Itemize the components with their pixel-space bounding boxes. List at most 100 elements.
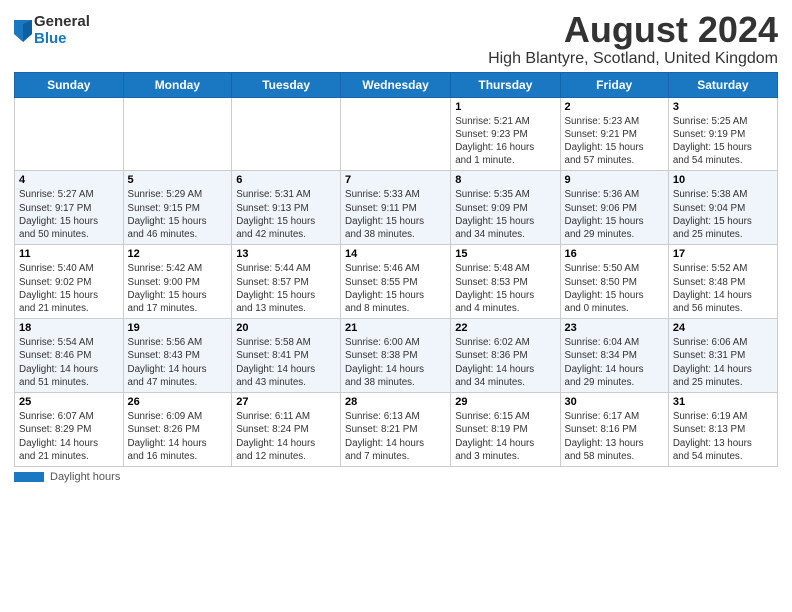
day-number: 24 <box>673 322 773 334</box>
location-title: High Blantyre, Scotland, United Kingdom <box>488 50 778 68</box>
table-row <box>15 97 124 171</box>
month-title: August 2024 <box>488 10 778 50</box>
day-number: 8 <box>455 174 555 186</box>
day-info: Sunrise: 5:27 AM Sunset: 9:17 PM Dayligh… <box>19 188 119 241</box>
table-row: 29Sunrise: 6:15 AM Sunset: 8:19 PM Dayli… <box>451 393 560 467</box>
table-row: 8Sunrise: 5:35 AM Sunset: 9:09 PM Daylig… <box>451 171 560 245</box>
table-row: 3Sunrise: 5:25 AM Sunset: 9:19 PM Daylig… <box>668 97 777 171</box>
day-number: 30 <box>565 396 664 408</box>
table-row: 18Sunrise: 5:54 AM Sunset: 8:46 PM Dayli… <box>15 319 124 393</box>
day-number: 14 <box>345 248 446 260</box>
day-info: Sunrise: 6:00 AM Sunset: 8:38 PM Dayligh… <box>345 336 446 389</box>
day-info: Sunrise: 6:04 AM Sunset: 8:34 PM Dayligh… <box>565 336 664 389</box>
day-number: 3 <box>673 101 773 113</box>
logo-general-text: General <box>34 14 90 31</box>
table-row: 24 Sunrise: 6:06 AM Sunset: 8:31 PM Dayli… <box>668 319 777 393</box>
logo-text: General Blue <box>34 14 90 47</box>
day-info: Sunrise: 5:21 AM Sunset: 9:23 PM Dayligh… <box>455 115 555 168</box>
table-row: 5Sunrise: 5:29 AM Sunset: 9:15 PM Daylig… <box>123 171 232 245</box>
table-row: 10 Sunrise: 5:38 AM Sunset: 9:04 PM Dayli… <box>668 171 777 245</box>
table-row: 14Sunrise: 5:46 AM Sunset: 8:55 PM Dayli… <box>341 245 451 319</box>
day-number: 22 <box>455 322 555 334</box>
table-row: 1Sunrise: 5:21 AM Sunset: 9:23 PM Daylig… <box>451 97 560 171</box>
table-row: 30Sunrise: 6:17 AM Sunset: 8:16 PM Dayli… <box>560 393 668 467</box>
day-number: 21 <box>345 322 446 334</box>
col-thursday: Thursday <box>451 72 560 97</box>
calendar-week-row: 4 Sunrise: 5:27 AM Sunset: 9:17 PM Daylig… <box>15 171 778 245</box>
day-info: Sunrise: 5:42 AM Sunset: 9:00 PM Dayligh… <box>128 262 228 315</box>
col-sunday: Sunday <box>15 72 124 97</box>
table-row: 4 Sunrise: 5:27 AM Sunset: 9:17 PM Daylig… <box>15 171 124 245</box>
header: General Blue August 2024 High Blantyre, … <box>14 10 778 68</box>
day-number: 12 <box>128 248 228 260</box>
col-wednesday: Wednesday <box>341 72 451 97</box>
day-number: 19 <box>128 322 228 334</box>
table-row: 19 Sunrise: 5:56 AM Sunset: 8:43 PM Dayli… <box>123 319 232 393</box>
table-row: 11Sunrise: 5:40 AM Sunset: 9:02 PM Dayli… <box>15 245 124 319</box>
day-info: Sunrise: 5:56 AM Sunset: 8:43 PM Dayligh… <box>128 336 228 389</box>
table-row: 21 Sunrise: 6:00 AM Sunset: 8:38 PM Dayli… <box>341 319 451 393</box>
day-number: 4 <box>19 174 119 186</box>
day-number: 25 <box>19 396 119 408</box>
table-row: 22 Sunrise: 6:02 AM Sunset: 8:36 PM Dayli… <box>451 319 560 393</box>
col-friday: Friday <box>560 72 668 97</box>
col-saturday: Saturday <box>668 72 777 97</box>
table-row: 26 Sunrise: 6:09 AM Sunset: 8:26 PM Dayli… <box>123 393 232 467</box>
calendar-week-row: 18Sunrise: 5:54 AM Sunset: 8:46 PM Dayli… <box>15 319 778 393</box>
day-number: 31 <box>673 396 773 408</box>
day-number: 26 <box>128 396 228 408</box>
day-number: 20 <box>236 322 336 334</box>
day-number: 27 <box>236 396 336 408</box>
footer-label: Daylight hours <box>50 471 120 483</box>
day-info: Sunrise: 5:23 AM Sunset: 9:21 PM Dayligh… <box>565 115 664 168</box>
day-number: 17 <box>673 248 773 260</box>
day-info: Sunrise: 5:54 AM Sunset: 8:46 PM Dayligh… <box>19 336 119 389</box>
day-number: 23 <box>565 322 664 334</box>
day-info: Sunrise: 5:52 AM Sunset: 8:48 PM Dayligh… <box>673 262 773 315</box>
day-info: Sunrise: 5:50 AM Sunset: 8:50 PM Dayligh… <box>565 262 664 315</box>
logo: General Blue <box>14 14 90 47</box>
day-number: 16 <box>565 248 664 260</box>
table-row: 16 Sunrise: 5:50 AM Sunset: 8:50 PM Dayli… <box>560 245 668 319</box>
day-number: 10 <box>673 174 773 186</box>
table-row: 9Sunrise: 5:36 AM Sunset: 9:06 PM Daylig… <box>560 171 668 245</box>
day-info: Sunrise: 5:36 AM Sunset: 9:06 PM Dayligh… <box>565 188 664 241</box>
day-number: 13 <box>236 248 336 260</box>
table-row: 28Sunrise: 6:13 AM Sunset: 8:21 PM Dayli… <box>341 393 451 467</box>
calendar-week-row: 25 Sunrise: 6:07 AM Sunset: 8:29 PM Dayli… <box>15 393 778 467</box>
day-info: Sunrise: 5:58 AM Sunset: 8:41 PM Dayligh… <box>236 336 336 389</box>
day-info: Sunrise: 5:44 AM Sunset: 8:57 PM Dayligh… <box>236 262 336 315</box>
daylight-bar-icon <box>14 472 44 482</box>
day-info: Sunrise: 5:40 AM Sunset: 9:02 PM Dayligh… <box>19 262 119 315</box>
calendar-week-row: 11Sunrise: 5:40 AM Sunset: 9:02 PM Dayli… <box>15 245 778 319</box>
calendar-table: Sunday Monday Tuesday Wednesday Thursday… <box>14 72 778 467</box>
table-row: 7 Sunrise: 5:33 AM Sunset: 9:11 PM Daylig… <box>341 171 451 245</box>
day-info: Sunrise: 5:38 AM Sunset: 9:04 PM Dayligh… <box>673 188 773 241</box>
day-number: 2 <box>565 101 664 113</box>
table-row: 31Sunrise: 6:19 AM Sunset: 8:13 PM Dayli… <box>668 393 777 467</box>
table-row: 23 Sunrise: 6:04 AM Sunset: 8:34 PM Dayli… <box>560 319 668 393</box>
day-info: Sunrise: 6:09 AM Sunset: 8:26 PM Dayligh… <box>128 410 228 463</box>
table-row: 12 Sunrise: 5:42 AM Sunset: 9:00 PM Dayli… <box>123 245 232 319</box>
table-row <box>123 97 232 171</box>
day-number: 29 <box>455 396 555 408</box>
table-row: 27 Sunrise: 6:11 AM Sunset: 8:24 PM Dayli… <box>232 393 341 467</box>
page: General Blue August 2024 High Blantyre, … <box>0 0 792 493</box>
day-number: 28 <box>345 396 446 408</box>
logo-icon <box>14 20 32 42</box>
day-info: Sunrise: 5:33 AM Sunset: 9:11 PM Dayligh… <box>345 188 446 241</box>
calendar-header-row: Sunday Monday Tuesday Wednesday Thursday… <box>15 72 778 97</box>
table-row <box>341 97 451 171</box>
day-info: Sunrise: 5:29 AM Sunset: 9:15 PM Dayligh… <box>128 188 228 241</box>
day-number: 6 <box>236 174 336 186</box>
day-info: Sunrise: 6:06 AM Sunset: 8:31 PM Dayligh… <box>673 336 773 389</box>
day-number: 7 <box>345 174 446 186</box>
table-row: 15Sunrise: 5:48 AM Sunset: 8:53 PM Dayli… <box>451 245 560 319</box>
col-monday: Monday <box>123 72 232 97</box>
day-info: Sunrise: 6:02 AM Sunset: 8:36 PM Dayligh… <box>455 336 555 389</box>
table-row: 20 Sunrise: 5:58 AM Sunset: 8:41 PM Dayli… <box>232 319 341 393</box>
table-row: 25 Sunrise: 6:07 AM Sunset: 8:29 PM Dayli… <box>15 393 124 467</box>
day-info: Sunrise: 6:11 AM Sunset: 8:24 PM Dayligh… <box>236 410 336 463</box>
day-info: Sunrise: 6:07 AM Sunset: 8:29 PM Dayligh… <box>19 410 119 463</box>
table-row: 6Sunrise: 5:31 AM Sunset: 9:13 PM Daylig… <box>232 171 341 245</box>
